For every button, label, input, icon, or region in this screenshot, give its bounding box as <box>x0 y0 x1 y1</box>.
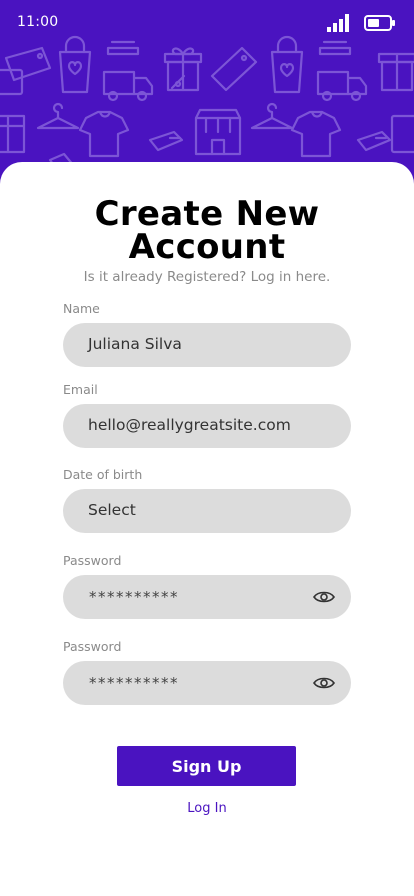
status-time: 11:00 <box>17 14 59 30</box>
dob-value: Select <box>88 501 136 519</box>
confirm-password-label: Password <box>63 639 122 654</box>
email-value: hello@reallygreatsite.com <box>88 416 291 434</box>
signal-icon <box>327 14 349 32</box>
password-label: Password <box>63 553 122 568</box>
name-label: Name <box>63 301 100 316</box>
page-title: Create New Account <box>0 197 414 267</box>
name-value: Juliana Silva <box>88 335 182 353</box>
confirm-password-value: ********** <box>89 674 179 692</box>
password-value: ********** <box>89 588 179 606</box>
name-field[interactable]: Juliana Silva <box>63 323 351 367</box>
dob-label: Date of birth <box>63 467 143 482</box>
email-field[interactable]: hello@reallygreatsite.com <box>63 404 351 448</box>
confirm-password-field[interactable]: ********** <box>63 661 351 705</box>
dob-select[interactable]: Select <box>63 489 351 533</box>
login-hint[interactable]: Is it already Registered? Log in here. <box>0 269 414 285</box>
sign-up-button[interactable]: Sign Up <box>117 746 296 786</box>
email-label: Email <box>63 382 98 397</box>
title-line-2: Account <box>128 227 286 267</box>
eye-icon[interactable] <box>313 590 335 604</box>
battery-icon <box>364 15 395 31</box>
log-in-link[interactable]: Log In <box>0 801 414 816</box>
eye-icon[interactable] <box>313 676 335 690</box>
signup-card: Create New Account Is it already Registe… <box>0 162 414 896</box>
password-field[interactable]: ********** <box>63 575 351 619</box>
